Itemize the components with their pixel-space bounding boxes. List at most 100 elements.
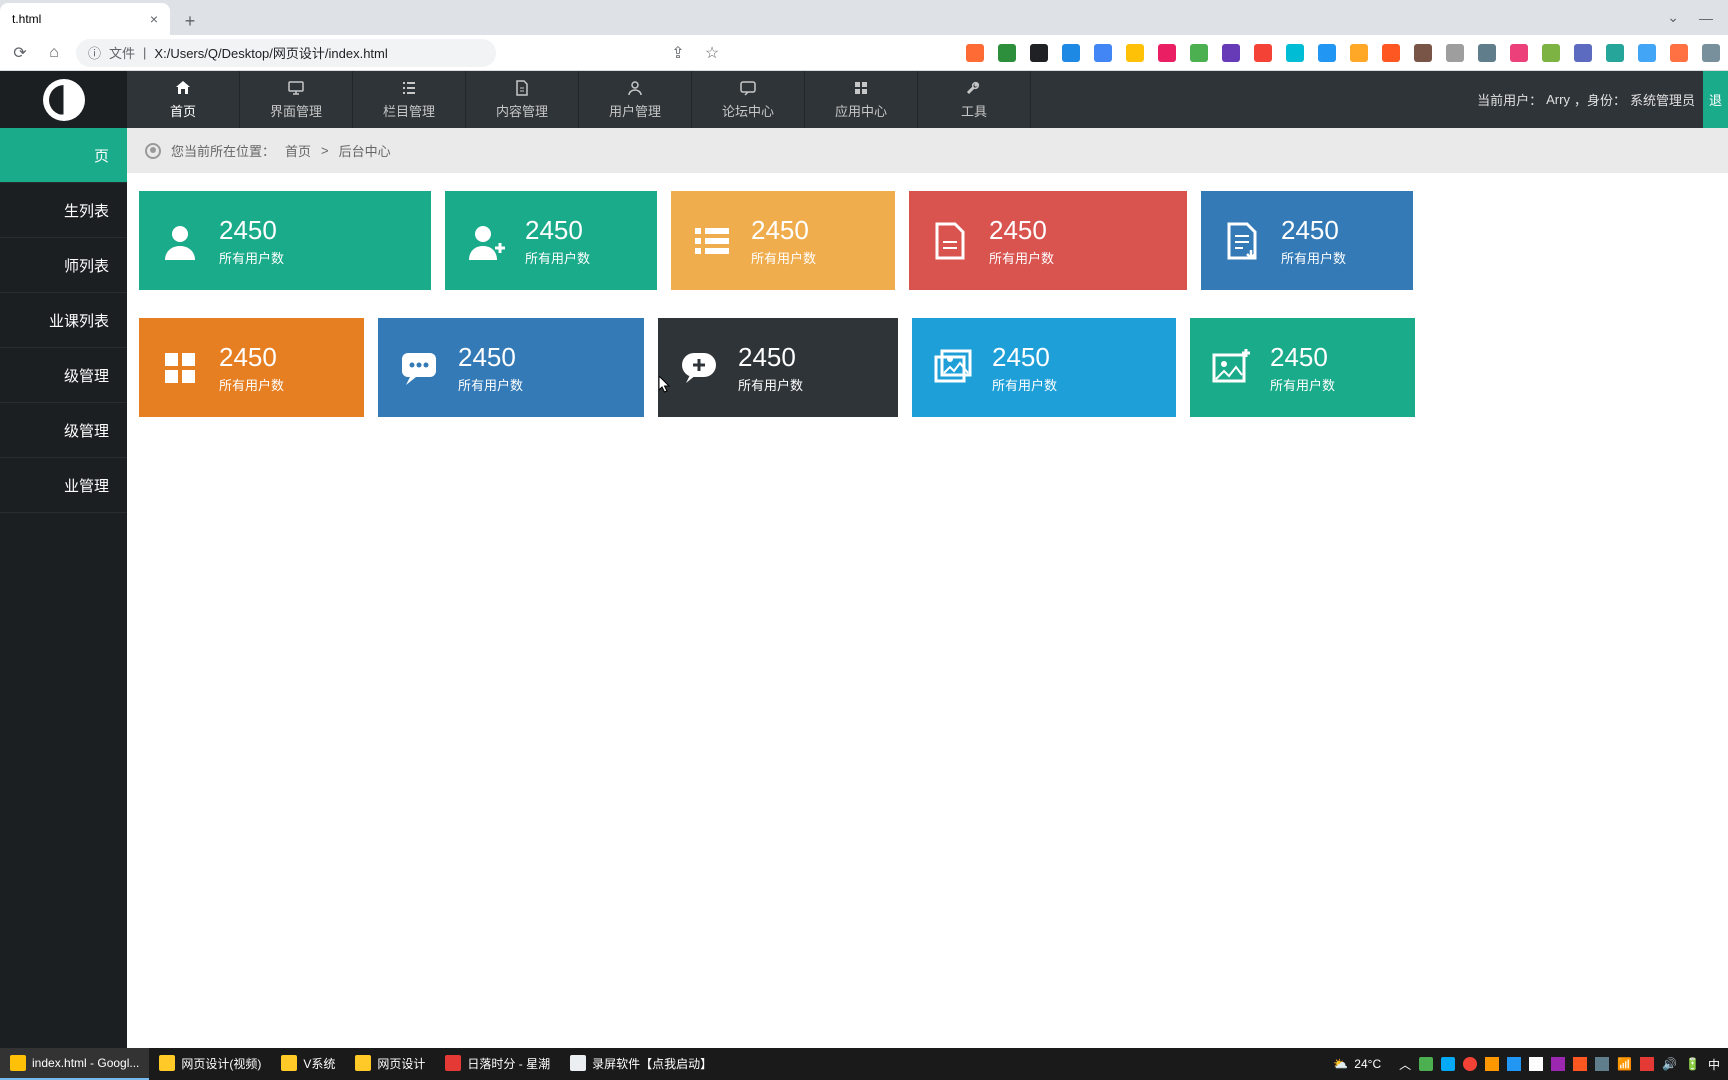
stat-card[interactable]: 2450所有用户数 bbox=[139, 318, 364, 417]
browser-tab[interactable]: t.html × bbox=[0, 3, 170, 35]
extension-icon[interactable] bbox=[1574, 44, 1592, 62]
minimize-icon[interactable]: ― bbox=[1699, 10, 1713, 26]
window-dropdown-icon[interactable]: ⌄ bbox=[1667, 9, 1679, 26]
extension-icon[interactable] bbox=[1510, 44, 1528, 62]
extension-icon[interactable] bbox=[1446, 44, 1464, 62]
sidebar-item[interactable]: 生列表 bbox=[0, 183, 127, 238]
stat-card[interactable]: 2450所有用户数 bbox=[909, 191, 1187, 290]
extension-icon[interactable] bbox=[998, 44, 1016, 62]
stat-label: 所有用户数 bbox=[219, 248, 284, 267]
extension-icon[interactable] bbox=[1286, 44, 1304, 62]
stat-card[interactable]: 2450所有用户数 bbox=[445, 191, 657, 290]
sidebar-item[interactable]: 业课列表 bbox=[0, 293, 127, 348]
tray-icon[interactable] bbox=[1419, 1057, 1433, 1071]
menu-icon bbox=[691, 220, 733, 262]
tray-chevron-icon[interactable]: ︿ bbox=[1399, 1056, 1411, 1073]
extension-icon[interactable] bbox=[1222, 44, 1240, 62]
extension-icon[interactable] bbox=[1318, 44, 1336, 62]
extension-icon[interactable] bbox=[1158, 44, 1176, 62]
topnav-grid[interactable]: 应用中心 bbox=[805, 71, 918, 128]
extension-icon[interactable] bbox=[1606, 44, 1624, 62]
taskbar-item[interactable]: 日落时分 - 星潮 bbox=[435, 1048, 560, 1080]
topnav-wrench[interactable]: 工具 bbox=[918, 71, 1031, 128]
extension-icon[interactable] bbox=[1254, 44, 1272, 62]
taskbar-item[interactable]: 录屏软件【点我启动】 bbox=[560, 1048, 722, 1080]
taskbar-item[interactable]: 网页设计(视频) bbox=[149, 1048, 271, 1080]
tray-icon[interactable] bbox=[1551, 1057, 1565, 1071]
extension-icon[interactable] bbox=[1638, 44, 1656, 62]
location-icon bbox=[145, 143, 161, 159]
extension-icon[interactable] bbox=[1030, 44, 1048, 62]
address-bar[interactable]: ⓘ 文件 | X:/Users/Q/Desktop/网页设计/index.htm… bbox=[76, 39, 496, 67]
extension-icon[interactable] bbox=[1350, 44, 1368, 62]
extension-icon[interactable] bbox=[1094, 44, 1112, 62]
tray-icon[interactable] bbox=[1441, 1057, 1455, 1071]
stat-card[interactable]: 2450所有用户数 bbox=[658, 318, 898, 417]
sidebar-item[interactable]: 级管理 bbox=[0, 403, 127, 458]
extension-icon[interactable] bbox=[1414, 44, 1432, 62]
user-prefix: 当前用户： bbox=[1477, 90, 1542, 109]
extension-icon[interactable] bbox=[1382, 44, 1400, 62]
tray-icon[interactable] bbox=[1463, 1057, 1477, 1071]
monitor-icon bbox=[287, 79, 305, 97]
stat-value: 2450 bbox=[989, 215, 1054, 246]
breadcrumb-home[interactable]: 首页 bbox=[285, 141, 311, 160]
new-tab-button[interactable]: + bbox=[176, 7, 204, 35]
chat-icon bbox=[739, 79, 757, 97]
extension-icon[interactable] bbox=[1542, 44, 1560, 62]
logout-button[interactable]: 退 bbox=[1703, 71, 1728, 128]
user-icon bbox=[626, 79, 644, 97]
home-icon[interactable]: ⌂ bbox=[42, 41, 66, 65]
taskbar-label: V系统 bbox=[303, 1055, 335, 1072]
tray-icon[interactable] bbox=[1640, 1057, 1654, 1071]
close-icon[interactable]: × bbox=[150, 11, 158, 27]
extension-icon[interactable] bbox=[1670, 44, 1688, 62]
sidebar-item[interactable]: 页 bbox=[0, 128, 127, 183]
doc-icon bbox=[513, 79, 531, 97]
extension-icon[interactable] bbox=[1126, 44, 1144, 62]
tray-icon[interactable] bbox=[1595, 1057, 1609, 1071]
taskbar-item[interactable]: V系统 bbox=[271, 1048, 345, 1080]
topnav-label: 内容管理 bbox=[496, 101, 548, 120]
topnav-doc[interactable]: 内容管理 bbox=[466, 71, 579, 128]
stat-value: 2450 bbox=[525, 215, 590, 246]
topnav-monitor[interactable]: 界面管理 bbox=[240, 71, 353, 128]
sidebar-item[interactable]: 业管理 bbox=[0, 458, 127, 513]
stat-card[interactable]: 2450所有用户数 bbox=[1190, 318, 1415, 417]
app-icon bbox=[159, 1055, 175, 1071]
volume-icon[interactable]: 🔊 bbox=[1662, 1057, 1677, 1071]
stat-card[interactable]: 2450所有用户数 bbox=[671, 191, 895, 290]
share-icon[interactable]: ⇪ bbox=[666, 41, 690, 65]
taskbar-item[interactable]: 网页设计 bbox=[345, 1048, 435, 1080]
extension-icon[interactable] bbox=[1702, 44, 1720, 62]
sidebar-item[interactable]: 级管理 bbox=[0, 348, 127, 403]
battery-icon[interactable]: 🔋 bbox=[1685, 1057, 1700, 1071]
tray-icon[interactable] bbox=[1507, 1057, 1521, 1071]
topnav-chat[interactable]: 论坛中心 bbox=[692, 71, 805, 128]
taskbar-item[interactable]: index.html - Googl... bbox=[0, 1048, 149, 1080]
tray-icon[interactable] bbox=[1573, 1057, 1587, 1071]
star-icon[interactable]: ☆ bbox=[700, 41, 724, 65]
topnav-list[interactable]: 栏目管理 bbox=[353, 71, 466, 128]
weather-widget[interactable]: ⛅ 24°C bbox=[1323, 1057, 1391, 1071]
ime-indicator[interactable]: 中 bbox=[1708, 1056, 1720, 1073]
sidebar-item[interactable]: 师列表 bbox=[0, 238, 127, 293]
stat-card[interactable]: 2450所有用户数 bbox=[378, 318, 644, 417]
topnav-user[interactable]: 用户管理 bbox=[579, 71, 692, 128]
stat-card[interactable]: 2450所有用户数 bbox=[139, 191, 431, 290]
tray-icon[interactable] bbox=[1485, 1057, 1499, 1071]
tray-icon[interactable] bbox=[1529, 1057, 1543, 1071]
stat-value: 2450 bbox=[219, 342, 284, 373]
list-icon bbox=[400, 79, 418, 97]
wifi-icon[interactable]: 📶 bbox=[1617, 1057, 1632, 1071]
stat-card[interactable]: 2450所有用户数 bbox=[1201, 191, 1413, 290]
sidebar-label: 业管理 bbox=[64, 475, 109, 496]
logo[interactable] bbox=[0, 71, 127, 128]
extension-icon[interactable] bbox=[1478, 44, 1496, 62]
extension-icon[interactable] bbox=[966, 44, 984, 62]
stat-card[interactable]: 2450所有用户数 bbox=[912, 318, 1176, 417]
extension-icon[interactable] bbox=[1190, 44, 1208, 62]
reload-icon[interactable]: ⟳ bbox=[8, 41, 32, 65]
topnav-home[interactable]: 首页 bbox=[127, 71, 240, 128]
extension-icon[interactable] bbox=[1062, 44, 1080, 62]
